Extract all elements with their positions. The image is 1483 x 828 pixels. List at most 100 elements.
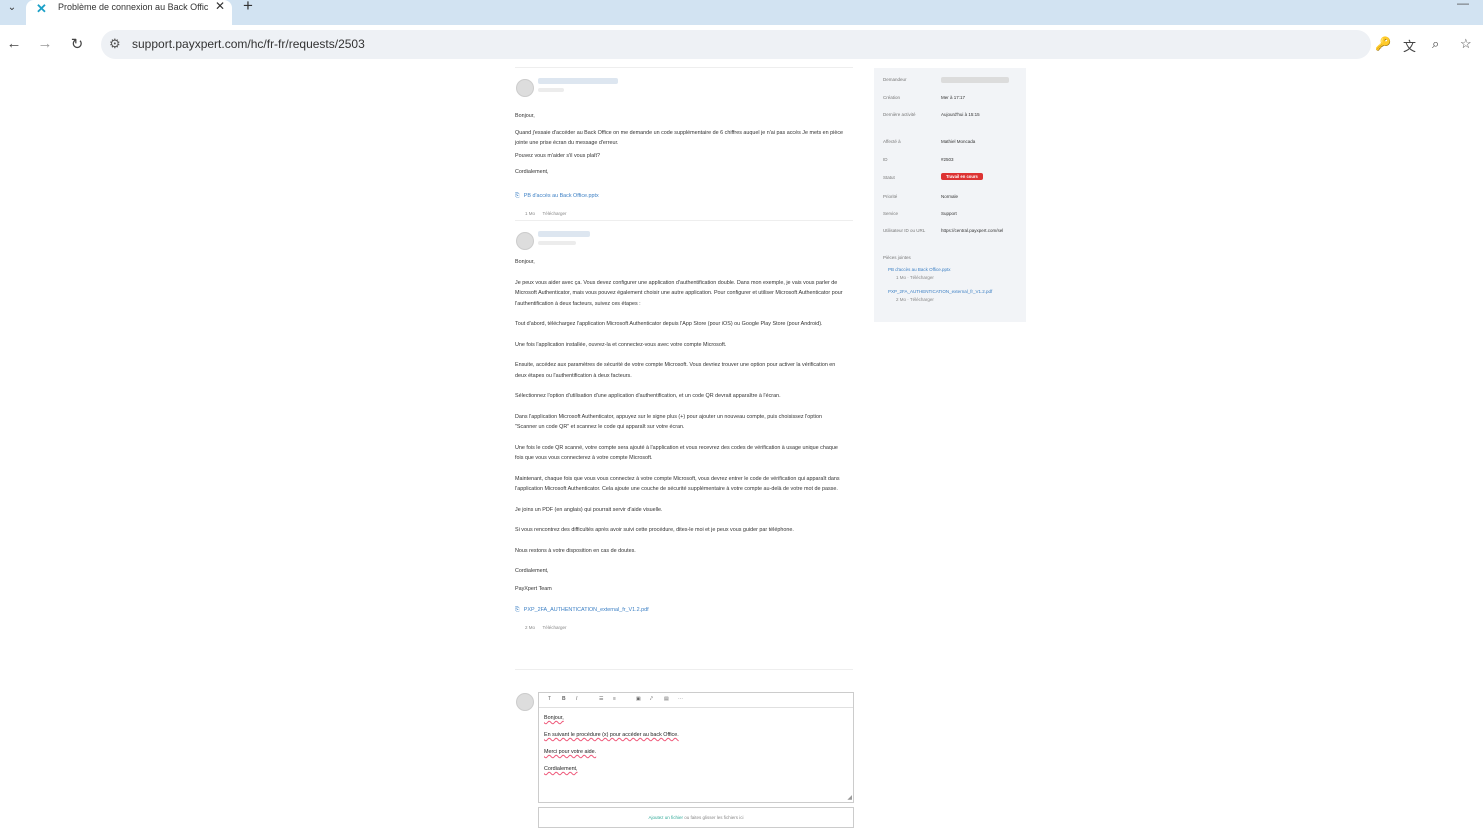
table-icon[interactable]: ▤: [664, 696, 669, 702]
message-date: [538, 241, 576, 245]
dropzone-text: ou faites glisser les fichiers ici: [684, 815, 744, 820]
field-label: Priorité: [883, 194, 898, 199]
italic-icon[interactable]: I: [576, 696, 577, 702]
status-badge: Travail en cours: [941, 173, 983, 180]
text-format-icon[interactable]: T: [548, 696, 551, 702]
browser-toolbar: ← → ↻ ⚙ support.payxpert.com/hc/fr-fr/re…: [0, 25, 1483, 65]
attachment-size: 2 Mo: [525, 625, 536, 630]
attachment-meta: 1 Mo · Télécharger: [896, 275, 934, 280]
zoom-icon[interactable]: ⌕: [1432, 36, 1439, 52]
field-value: #2503: [941, 157, 954, 162]
tab-search-chevron-icon[interactable]: ⌄: [4, 0, 20, 18]
request-details-panel: Demandeur Création Mer à 17:17 Dernière …: [874, 68, 1026, 322]
image-icon[interactable]: ▣: [636, 696, 641, 702]
message-paragraph: Dans l'application Microsoft Authenticat…: [515, 413, 822, 431]
forward-arrow-icon[interactable]: →: [36, 35, 54, 52]
message-paragraph: Bonjour,: [515, 113, 535, 119]
numbered-list-icon[interactable]: ≡: [613, 696, 616, 702]
browser-tab[interactable]: ✕ Problème de connexion au Back Office ✕: [26, 0, 232, 25]
editor-line[interactable]: En suivant le procédure (x) pour accéder…: [544, 732, 679, 738]
team-signature: PayXpert Team: [515, 585, 552, 592]
request-page: Bonjour, Quand j'essaie d'accéder au Bac…: [0, 65, 1483, 828]
field-label: ID: [883, 157, 888, 162]
message-paragraph: Si vous rencontrez des difficultés après…: [515, 527, 794, 533]
url-text[interactable]: support.payxpert.com/hc/fr-fr/requests/2…: [132, 37, 365, 51]
message-paragraph: Maintenant, chaque fois que vous vous co…: [515, 475, 840, 493]
field-label: Demandeur: [883, 77, 907, 82]
close-tab-icon[interactable]: ✕: [215, 0, 225, 13]
reply-editor[interactable]: T B I ☰ ≡ ▣ ⤤ ▤ ⋯ Bonjour, En suivant le…: [538, 692, 854, 803]
field-value: Normale: [941, 194, 959, 199]
message-paragraph: Cordialement,: [515, 169, 549, 175]
divider: [515, 669, 853, 670]
sidebar-attachment: PB d'accès au Back Office.pptx 1 Mo · Té…: [883, 267, 1023, 283]
field-user-url: Utilisateur ID ou URL https://central.pa…: [883, 228, 1023, 236]
add-file-link[interactable]: Ajoutez un fichier: [648, 815, 683, 820]
field-priority: Priorité Normale: [883, 194, 1023, 202]
editor-line[interactable]: Cordialement,: [544, 766, 578, 772]
payxpert-favicon-icon: ✕: [36, 1, 47, 16]
link-icon[interactable]: ⤤: [650, 696, 653, 702]
back-arrow-icon[interactable]: ←: [5, 35, 23, 52]
download-link[interactable]: Télécharger: [542, 211, 566, 216]
field-label: Pièces jointes: [883, 255, 911, 260]
message-paragraph: Nous restons à votre disposition en cas …: [515, 547, 636, 554]
translate-icon[interactable]: 文: [1403, 36, 1416, 55]
message-paragraph: Cordialement,: [515, 568, 549, 574]
field-id: ID #2503: [883, 157, 1023, 165]
field-value: Aujourd'hui à 15:15: [941, 112, 980, 117]
divider: [515, 220, 853, 221]
paperclip-icon: ⎘: [515, 192, 520, 199]
message-paragraph: Une fois l'application installée, ouvrez…: [515, 341, 727, 348]
field-label: Service: [883, 211, 899, 216]
attachment-dropzone[interactable]: Ajoutez un fichier ou faites glisser les…: [538, 807, 854, 828]
attachment-link[interactable]: PB d'accès au Back Office.pptx: [888, 267, 951, 272]
message-paragraph: Tout d'abord, téléchargez l'application …: [515, 321, 823, 327]
field-value: https://central.payxpert.com/sel: [941, 228, 1004, 233]
attachment-link[interactable]: PB d'accès au Back Office.pptx: [524, 193, 599, 199]
minimize-window-icon[interactable]: —: [1457, 0, 1469, 10]
message-paragraph: Ensuite, accédez aux paramètres de sécur…: [515, 362, 836, 379]
author-name: [538, 231, 590, 237]
bookmark-star-icon[interactable]: ☆: [1460, 36, 1472, 52]
avatar: [516, 693, 534, 711]
tab-strip: ⌄ ✕ Problème de connexion au Back Office…: [0, 0, 1483, 25]
attachment-link[interactable]: PXP_2FA_AUTHENTICATION_external_fr_V1.2.…: [888, 289, 992, 294]
field-value: Mer à 17:17: [941, 95, 966, 100]
field-label: Statut: [883, 175, 895, 180]
field-label: Utilisateur ID ou URL: [883, 228, 926, 233]
avatar: [516, 232, 534, 250]
field-value: Support: [941, 211, 957, 216]
field-last-activity: Dernière activité Aujourd'hui à 15:15: [883, 112, 1023, 120]
site-settings-icon[interactable]: ⚙: [109, 36, 121, 52]
avatar: [516, 79, 534, 97]
divider: [515, 67, 853, 68]
author-name: [538, 78, 618, 84]
requester-value: [941, 77, 1009, 83]
field-value: Mathiel Moncada: [941, 139, 976, 144]
address-bar[interactable]: ⚙ support.payxpert.com/hc/fr-fr/requests…: [101, 30, 1371, 59]
reload-icon[interactable]: ↻: [68, 35, 86, 53]
field-status: Statut Travail en cours: [883, 173, 1023, 183]
download-link[interactable]: Télécharger: [542, 625, 566, 630]
message-paragraph: Je peux vous aider avec ça. Vous devez c…: [515, 279, 843, 307]
message-paragraph: Quand j'essaie d'accéder au Back Office …: [515, 129, 844, 147]
resize-handle-icon[interactable]: ◢: [847, 794, 852, 801]
new-tab-plus-icon[interactable]: +: [243, 0, 253, 16]
message-paragraph: Je joins un PDF (en anglais) qui pourrai…: [515, 506, 663, 513]
editor-line[interactable]: Merci pour votre aide.: [544, 749, 596, 755]
password-key-icon[interactable]: 🔑: [1375, 36, 1391, 52]
attachment-link[interactable]: PXP_2FA_AUTHENTICATION_external_fr_V1.2.…: [524, 607, 649, 613]
field-service: Service Support: [883, 211, 1023, 219]
message-paragraph: Pouvez vous m'aider s'il vous plaît?: [515, 152, 601, 159]
message-paragraph: Une fois le code QR scanné, votre compte…: [515, 444, 838, 462]
message-paragraph: Sélectionnez l'option d'utilisation d'un…: [515, 393, 781, 399]
paperclip-icon: ⎘: [515, 607, 520, 613]
bold-icon[interactable]: B: [562, 696, 566, 702]
field-label: Affecté à: [883, 139, 901, 144]
attachment-meta: 2 Mo · Télécharger: [896, 297, 934, 302]
field-label: Création: [883, 95, 901, 100]
editor-line[interactable]: Bonjour,: [544, 715, 564, 721]
more-icon[interactable]: ⋯: [678, 696, 683, 702]
bullet-list-icon[interactable]: ☰: [599, 696, 603, 702]
